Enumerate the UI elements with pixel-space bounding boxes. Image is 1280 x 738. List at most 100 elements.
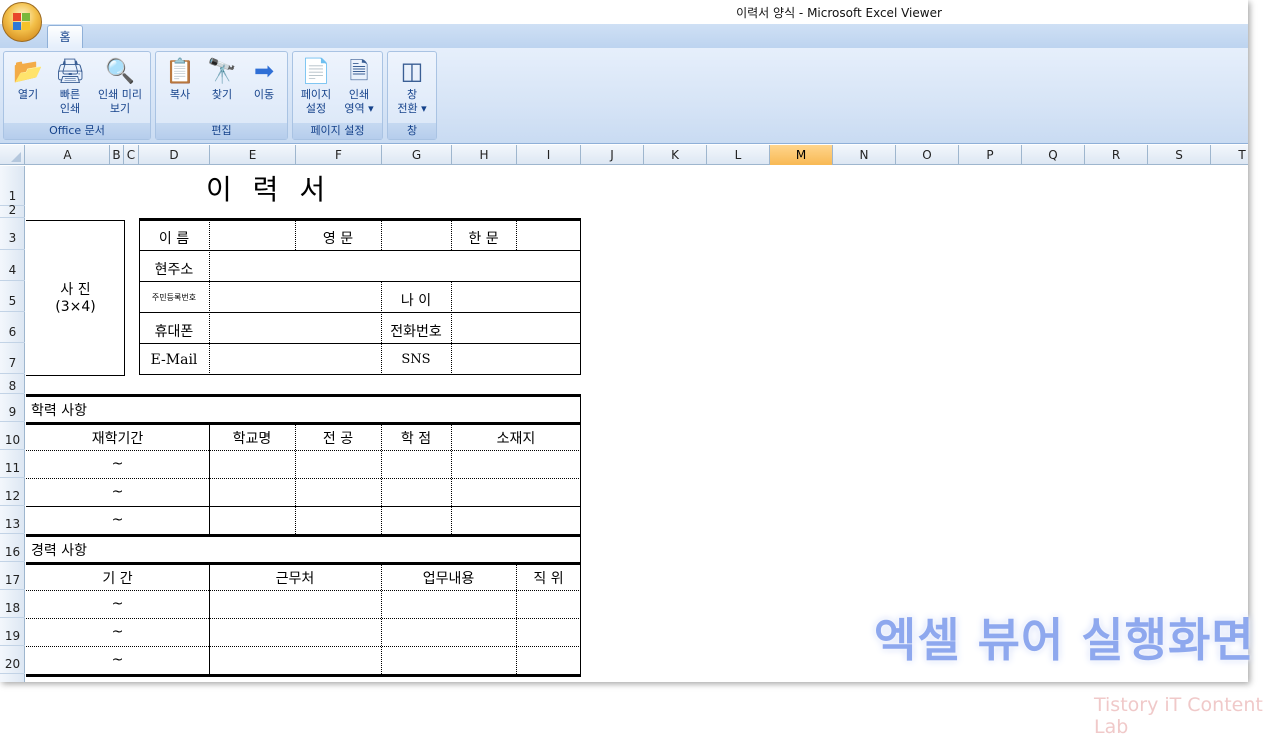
quick-print-label-2: 인쇄 — [59, 102, 81, 115]
education-row-1-period: ~ — [111, 456, 124, 472]
row-header-4[interactable]: 4 — [0, 250, 25, 281]
row-header-1[interactable]: 1 — [0, 166, 25, 206]
row-header-11[interactable]: 11 — [0, 450, 25, 478]
label-hanja-name: 한 문 — [468, 231, 499, 247]
label-name: 이 름 — [158, 231, 190, 247]
row-header-7[interactable]: 7 — [0, 343, 25, 374]
education-row-line-2 — [26, 478, 581, 479]
column-header-bar: A B C D E F G H I J K L M N O P Q R S T — [0, 145, 1248, 165]
column-header-l[interactable]: L — [707, 145, 770, 165]
education-heading: 학력 사항 — [31, 403, 87, 419]
page-setup-button[interactable]: 📄 페이지 설정 — [296, 56, 336, 116]
column-header-s[interactable]: S — [1148, 145, 1211, 165]
career-top-border — [26, 534, 581, 537]
title-bar: 이력서 양식 - Microsoft Excel Viewer — [0, 0, 1248, 26]
watermark-caption: 엑셀 뷰어 실행화면 — [874, 613, 1255, 667]
row-header-20[interactable]: 20 — [0, 646, 25, 674]
row-header-9[interactable]: 9 — [0, 394, 25, 422]
excel-viewer-window: 이력서 양식 - Microsoft Excel Viewer 홈 📂 열기 🖨… — [0, 0, 1248, 682]
goto-button[interactable]: ➡ 이동 — [244, 56, 284, 102]
education-top-border — [26, 394, 581, 397]
quick-print-button[interactable]: 🖨 빠른 인쇄 — [50, 56, 90, 116]
info-row-line-1 — [139, 250, 581, 251]
label-age: 나 이 — [400, 293, 432, 309]
column-header-o[interactable]: O — [896, 145, 959, 165]
info-right-border — [580, 218, 581, 375]
arrow-right-icon: ➡ — [253, 57, 275, 85]
career-row-2-period: ~ — [111, 624, 124, 640]
education-header-location: 소재지 — [496, 431, 536, 447]
row-header-18[interactable]: 18 — [0, 590, 25, 618]
credit-text: Tistory iT Content Lab — [1094, 694, 1263, 738]
column-header-d[interactable]: D — [139, 145, 210, 165]
open-button[interactable]: 📂 열기 — [8, 56, 48, 102]
ribbon-tab-row: 홈 — [0, 24, 1248, 49]
copy-button[interactable]: 📋 복사 — [160, 56, 200, 102]
row-header-6[interactable]: 6 — [0, 312, 25, 343]
education-right-border — [580, 394, 581, 535]
column-header-h[interactable]: H — [452, 145, 517, 165]
column-header-e[interactable]: E — [210, 145, 296, 165]
column-header-q[interactable]: Q — [1022, 145, 1085, 165]
education-header-border — [26, 422, 581, 425]
print-area-button[interactable]: 🗎 인쇄 영역 ▾ — [339, 56, 379, 116]
group-window: ◫ 창 전환 ▾ 창 — [387, 51, 437, 140]
label-phone: 전화번호 — [390, 324, 442, 340]
copy-label: 복사 — [169, 88, 191, 101]
column-header-k[interactable]: K — [644, 145, 707, 165]
career-bottom-border — [26, 674, 581, 677]
switch-window-label-2: 전환 ▾ — [397, 102, 427, 115]
column-header-p[interactable]: P — [959, 145, 1022, 165]
print-preview-button[interactable]: 🔍 인쇄 미리 보기 — [92, 56, 148, 116]
info-divider-h — [516, 218, 517, 250]
column-header-r[interactable]: R — [1085, 145, 1148, 165]
window-title: 이력서 양식 - Microsoft Excel Viewer — [736, 6, 942, 20]
label-resident-number: 주민등록번호 — [151, 293, 197, 302]
row-header-8[interactable]: 8 — [0, 374, 25, 394]
column-header-n[interactable]: N — [833, 145, 896, 165]
select-all-corner[interactable] — [0, 145, 25, 165]
column-header-b[interactable]: B — [110, 145, 124, 165]
row-header-10[interactable]: 10 — [0, 422, 25, 450]
column-header-m[interactable]: M — [770, 145, 833, 165]
row-header-17[interactable]: 17 — [0, 562, 25, 590]
group-edit: 📋 복사 🔭 찾기 ➡ 이동 편집 — [155, 51, 288, 140]
resume-title: 이 력 서 — [206, 173, 332, 206]
education-header-school: 학교명 — [232, 431, 272, 447]
group-label-page-setup: 페이지 설정 — [293, 123, 382, 139]
column-header-i[interactable]: I — [517, 145, 581, 165]
row-header-16[interactable]: 16 — [0, 534, 25, 562]
career-header-border — [26, 562, 581, 565]
education-header-period: 재학기간 — [91, 431, 144, 447]
info-row-line-2 — [139, 281, 581, 282]
switch-window-label-1: 창 — [406, 88, 418, 101]
office-button[interactable] — [2, 2, 42, 42]
info-divider-f — [381, 218, 382, 250]
column-header-f[interactable]: F — [296, 145, 382, 165]
career-header-period: 기 간 — [102, 571, 133, 587]
column-header-c[interactable]: C — [124, 145, 139, 165]
find-button[interactable]: 🔭 찾기 — [202, 56, 242, 102]
label-email: E-Mail — [150, 352, 198, 368]
row-header-19[interactable]: 19 — [0, 618, 25, 646]
education-row-2-period: ~ — [111, 484, 124, 500]
column-header-g[interactable]: G — [382, 145, 452, 165]
row-header-3[interactable]: 3 — [0, 218, 25, 250]
education-header-gpa: 학 점 — [400, 431, 432, 447]
switch-window-button[interactable]: ◫ 창 전환 ▾ — [392, 56, 432, 116]
quick-print-label-1: 빠른 — [59, 88, 81, 101]
row-header-12[interactable]: 12 — [0, 478, 25, 506]
print-area-label-1: 인쇄 — [348, 88, 370, 101]
group-page-setup: 📄 페이지 설정 🗎 인쇄 영역 ▾ 페이지 설정 — [292, 51, 383, 140]
photo-size-label: (3×4) — [55, 299, 96, 315]
print-preview-label-1: 인쇄 미리 — [98, 88, 142, 101]
column-header-j[interactable]: J — [581, 145, 644, 165]
row-header-5[interactable]: 5 — [0, 281, 25, 312]
row-header-2[interactable]: 2 — [0, 204, 25, 218]
column-header-t[interactable]: T — [1211, 145, 1248, 165]
group-office-documents: 📂 열기 🖨 빠른 인쇄 🔍 인쇄 미리 보기 Office 문서 — [3, 51, 151, 140]
tab-home[interactable]: 홈 — [47, 25, 83, 49]
career-header-duties: 업무내용 — [422, 571, 475, 587]
row-header-13[interactable]: 13 — [0, 506, 25, 534]
column-header-a[interactable]: A — [26, 145, 110, 165]
